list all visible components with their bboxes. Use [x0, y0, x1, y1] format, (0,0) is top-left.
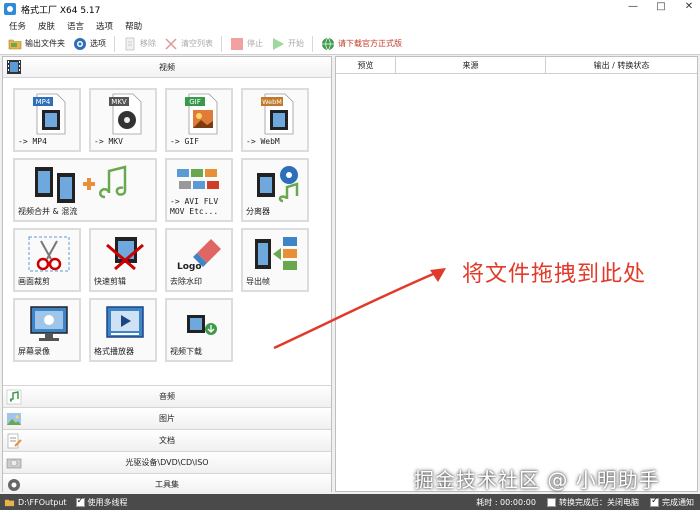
svg-text:GIF: GIF [189, 98, 201, 106]
disc-drive-icon [6, 458, 22, 469]
window-title: 格式工厂 X64 5.17 [21, 5, 101, 16]
other-sections: 音频 图片 文档 光驱设备\DVD\CD\ISO 工具集 [3, 385, 331, 495]
tile-format-player[interactable]: 格式播放器 [89, 298, 157, 362]
crop-scissors-icon [28, 236, 70, 272]
options-button[interactable]: 选项 [73, 34, 106, 54]
video-download-icon [187, 315, 217, 335]
merge-music-icon [35, 165, 127, 203]
folder-icon [4, 499, 15, 506]
section-image-header[interactable]: 图片 [3, 407, 331, 429]
drop-hint-text: 将文件拖拽到此处 [462, 262, 647, 287]
tile-screen-record[interactable]: 屏幕录像 [13, 298, 81, 362]
section-tools-header[interactable]: 工具集 [3, 473, 331, 495]
svg-text:MKV: MKV [111, 98, 127, 106]
stop-button[interactable]: 停止 [230, 34, 263, 54]
checkbox-unchecked-icon [547, 497, 556, 507]
stop-icon [231, 37, 243, 50]
quick-clip-icon [106, 237, 144, 271]
menu-help[interactable]: 帮助 [124, 20, 143, 32]
after-done-option[interactable]: 转换完成后：关闭电脑 [544, 497, 639, 508]
toolbar-separator [312, 35, 313, 52]
tools-gear-icon [8, 479, 20, 491]
remove-button[interactable]: 移除 [123, 34, 156, 54]
tile-splitter[interactable]: 分离器 [241, 158, 309, 222]
menu-options[interactable]: 选项 [95, 20, 114, 32]
toolbar-separator [221, 35, 222, 52]
task-table-header: 预览 来源 输出 / 转换状态 [336, 57, 697, 74]
section-document-header[interactable]: 文档 [3, 429, 331, 451]
tile-video-download[interactable]: 视频下载 [165, 298, 233, 362]
tile-quick-clip[interactable]: 快速剪辑 [89, 228, 157, 292]
clear-x-icon [165, 37, 177, 50]
film-strip-icon [7, 60, 21, 74]
close-button[interactable]: ✕ [682, 1, 696, 12]
menu-skin[interactable]: 皮肤 [37, 20, 56, 32]
tile-to-mkv[interactable]: MKV -> MKV [89, 88, 157, 152]
column-output-status[interactable]: 输出 / 转换状态 [546, 57, 697, 73]
multithread-checkbox[interactable]: 使用多线程 [73, 496, 128, 508]
menu-language[interactable]: 语言 [66, 20, 85, 32]
app-logo-icon [4, 3, 16, 15]
screen-record-icon [30, 306, 68, 341]
svg-text:Logo: Logo [177, 262, 202, 272]
window-controls: — □ ✕ [626, 1, 696, 12]
notify-checkbox[interactable]: 完成通知 [647, 496, 694, 508]
download-official-link[interactable]: 请下载官方正式版 [321, 34, 402, 54]
webm-file-icon: WebM [261, 93, 294, 135]
start-button[interactable]: 开始 [271, 34, 304, 54]
tile-video-merge[interactable]: 视频合并 & 混流 [13, 158, 157, 222]
section-audio-header[interactable]: 音频 [3, 385, 331, 407]
svg-text:MP4: MP4 [36, 98, 51, 106]
tile-to-mp4[interactable]: MP4 -> MP4 [13, 88, 81, 152]
checkbox-checked-icon [650, 496, 659, 507]
media-player-icon [106, 306, 144, 338]
section-video-header[interactable]: 视频 [3, 57, 331, 78]
output-folder-button[interactable]: 输出文件夹 [8, 34, 65, 54]
tile-to-gif[interactable]: GIF -> GIF [165, 88, 233, 152]
output-path-item[interactable]: D:\FFOutput [4, 497, 67, 508]
tile-to-webm[interactable]: WebM -> WebM [241, 88, 309, 152]
toolbar: 输出文件夹 选项 移除 清空列表 停止 开始 请下载官方正式版 [0, 33, 700, 55]
play-icon [273, 37, 284, 50]
clear-list-button[interactable]: 清空列表 [164, 34, 213, 54]
music-note-icon [6, 389, 22, 405]
globe-icon [322, 37, 334, 50]
title-bar: 格式工厂 X64 5.17 — □ ✕ [0, 0, 700, 18]
status-bar: D:\FFOutput 使用多线程 耗时 : 00:00:00 转换完成后：关闭… [0, 494, 700, 510]
mp4-file-icon: MP4 [33, 93, 66, 135]
tile-crop[interactable]: 画面裁剪 [13, 228, 81, 292]
toolbar-separator [114, 35, 115, 52]
drag-arrow-icon [273, 268, 446, 350]
menu-task[interactable]: 任务 [8, 20, 27, 32]
eraser-icon: Logo [177, 239, 221, 272]
column-preview[interactable]: 预览 [336, 57, 396, 73]
maximize-button[interactable]: □ [654, 1, 668, 12]
folder-icon [8, 39, 22, 49]
minimize-button[interactable]: — [626, 1, 640, 12]
section-disc-header[interactable]: 光驱设备\DVD\CD\ISO [3, 451, 331, 473]
column-source[interactable]: 来源 [396, 57, 546, 73]
mkv-file-icon: MKV [109, 93, 142, 135]
document-pen-icon [7, 433, 22, 449]
splitter-icon [257, 166, 299, 203]
menu-bar: 任务 皮肤 语言 选项 帮助 [0, 18, 700, 33]
tile-to-avi-flv-mov[interactable]: -> AVI FLV MOV Etc... [165, 158, 233, 222]
options-gear-icon [74, 37, 86, 50]
checkbox-checked-icon [75, 496, 85, 507]
gif-file-icon: GIF [185, 93, 218, 135]
picture-icon [7, 413, 21, 425]
tile-remove-watermark[interactable]: Logo 去除水印 [165, 228, 233, 292]
elapsed-time: 耗时 : 00:00:00 [476, 497, 536, 507]
svg-text:WebM: WebM [262, 98, 282, 106]
document-remove-icon [125, 37, 135, 50]
watermark-text: 掘金技术社区 @ 小明助手 [414, 468, 660, 492]
